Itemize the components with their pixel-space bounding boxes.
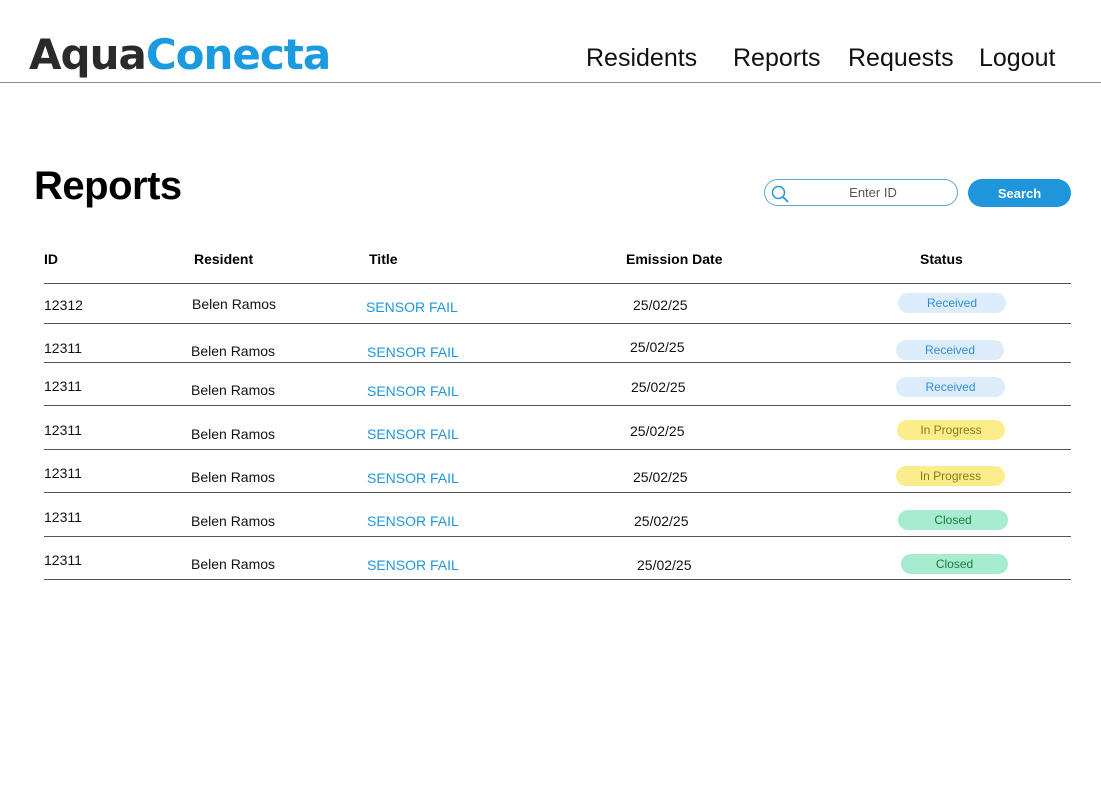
cell-title-link[interactable]: SENSOR FAIL xyxy=(367,344,459,360)
cell-id: 12311 xyxy=(44,378,82,394)
row-divider xyxy=(44,536,1071,537)
nav-reports[interactable]: Reports xyxy=(733,44,821,73)
cell-resident: Belen Ramos xyxy=(191,556,276,572)
cell-emission-date: 25/02/25 xyxy=(631,379,686,395)
cell-title-link[interactable]: SENSOR FAIL xyxy=(367,383,459,399)
cell-emission-date: 25/02/25 xyxy=(637,557,692,573)
cell-emission-date: 25/02/25 xyxy=(630,339,685,355)
row-divider xyxy=(44,492,1071,493)
status-badge: Closed xyxy=(898,510,1008,530)
search-box[interactable] xyxy=(764,179,958,206)
page-title: Reports xyxy=(34,164,182,208)
status-badge: In Progress xyxy=(897,420,1005,440)
cell-id: 12311 xyxy=(44,552,82,568)
cell-id: 12311 xyxy=(44,422,82,438)
cell-resident: Belen Ramos xyxy=(191,469,276,485)
cell-emission-date: 25/02/25 xyxy=(633,297,688,313)
brand-logo-part2: Conecta xyxy=(145,30,331,79)
column-header-emission-date: Emission Date xyxy=(626,251,723,267)
table-header-divider xyxy=(44,283,1071,284)
row-divider xyxy=(44,449,1071,450)
cell-title-link[interactable]: SENSOR FAIL xyxy=(366,299,458,315)
brand-logo-part1: Aqua xyxy=(29,30,147,79)
search-input[interactable] xyxy=(793,182,953,203)
cell-resident: Belen Ramos xyxy=(191,343,276,359)
nav-logout[interactable]: Logout xyxy=(979,44,1055,73)
status-badge: Received xyxy=(896,377,1005,397)
cell-resident: Belen Ramos xyxy=(191,513,276,529)
column-header-title: Title xyxy=(369,251,398,267)
status-badge: Closed xyxy=(901,554,1008,574)
cell-emission-date: 25/02/25 xyxy=(633,469,688,485)
cell-id: 12311 xyxy=(44,465,82,481)
cell-id: 12311 xyxy=(44,340,82,356)
search-icon xyxy=(771,185,789,203)
search-button[interactable]: Search xyxy=(968,179,1071,207)
cell-id: 12312 xyxy=(44,297,83,313)
row-divider xyxy=(44,579,1071,580)
cell-title-link[interactable]: SENSOR FAIL xyxy=(367,513,459,529)
nav-requests[interactable]: Requests xyxy=(848,44,954,73)
row-divider xyxy=(44,405,1071,406)
cell-resident: Belen Ramos xyxy=(191,382,276,398)
cell-id: 12311 xyxy=(44,509,82,525)
cell-resident: Belen Ramos xyxy=(192,296,277,312)
column-header-status: Status xyxy=(920,251,963,267)
status-badge: In Progress xyxy=(896,466,1005,486)
cell-title-link[interactable]: SENSOR FAIL xyxy=(367,470,459,486)
cell-resident: Belen Ramos xyxy=(191,426,276,442)
cell-title-link[interactable]: SENSOR FAIL xyxy=(367,426,459,442)
row-divider xyxy=(44,362,1071,363)
brand-logo[interactable]: AquaConecta xyxy=(29,30,331,80)
nav-residents[interactable]: Residents xyxy=(586,44,697,73)
status-badge: Received xyxy=(896,340,1004,360)
cell-emission-date: 25/02/25 xyxy=(630,423,685,439)
top-header: AquaConecta Residents Reports Requests L… xyxy=(0,0,1101,83)
column-header-resident: Resident xyxy=(194,251,254,267)
column-header-id: ID xyxy=(44,251,58,267)
row-divider xyxy=(44,323,1071,324)
cell-title-link[interactable]: SENSOR FAIL xyxy=(367,557,459,573)
status-badge: Received xyxy=(898,293,1006,313)
cell-emission-date: 25/02/25 xyxy=(634,513,689,529)
